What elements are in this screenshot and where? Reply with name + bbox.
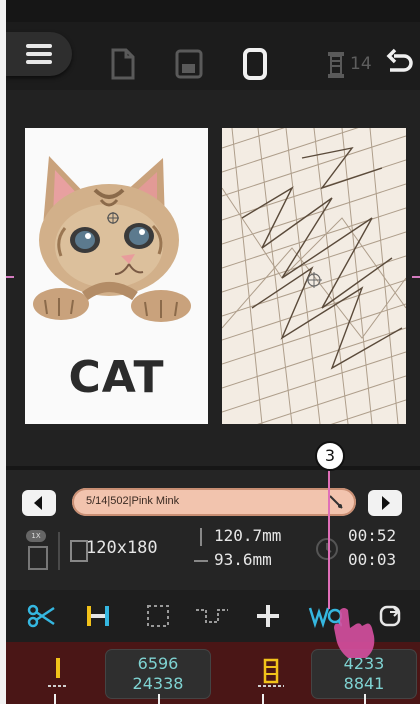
stitch-counter[interactable]: 6596 24338 <box>106 650 210 698</box>
thread-info-label: 5/14|502|Pink Mink <box>86 495 180 507</box>
design-stats: 1X 120x180 120.7mm 93.6mm 00:52 00:03 <box>24 526 408 576</box>
split-icon[interactable] <box>84 602 112 630</box>
info-panel: 5/14|502|Pink Mink 1X 120x180 120.7mm 93… <box>6 470 420 590</box>
needle-position-icon <box>48 658 68 687</box>
cat-embroidery-image <box>33 156 191 322</box>
chevron-left-icon <box>34 496 42 510</box>
new-file-icon[interactable] <box>109 46 137 82</box>
scissors-icon[interactable] <box>26 602 56 630</box>
preview-area: CAT <box>6 90 420 466</box>
stitch-pattern-image <box>222 128 406 424</box>
needle-count: 14 <box>350 54 372 74</box>
width-marker <box>200 528 202 546</box>
save-icon[interactable] <box>174 46 204 82</box>
time-remaining: 00:03 <box>348 550 397 569</box>
stitch-preview[interactable] <box>222 128 406 424</box>
thread-color-bar[interactable]: 5/14|502|Pink Mink <box>72 488 356 516</box>
needle-icon <box>329 495 343 509</box>
hoop-size: 120x180 <box>86 538 158 558</box>
exit-icon[interactable] <box>376 602 404 630</box>
select-icon[interactable] <box>144 602 172 630</box>
design-width: 120.7mm <box>214 526 282 545</box>
callout-line <box>328 469 330 609</box>
design-preview[interactable]: CAT <box>25 128 208 424</box>
pointing-hand-icon <box>334 608 375 658</box>
spool-icon <box>258 658 284 687</box>
frame-icon[interactable] <box>240 46 270 82</box>
undo-icon[interactable] <box>384 46 414 82</box>
time-total: 00:52 <box>348 526 397 545</box>
machine-icon: 1X <box>24 530 50 570</box>
prev-color-button[interactable] <box>22 490 56 516</box>
chevron-right-icon <box>382 496 390 510</box>
menu-icon <box>26 44 52 48</box>
move-icon[interactable] <box>254 602 282 630</box>
menu-button[interactable] <box>6 32 72 76</box>
connect-icon[interactable] <box>194 602 230 630</box>
design-text: CAT <box>68 352 165 403</box>
needle-thread-icon[interactable] <box>324 46 348 82</box>
next-color-button[interactable] <box>368 490 402 516</box>
height-marker <box>194 560 208 562</box>
design-height: 93.6mm <box>214 550 272 569</box>
device-screen: 14 CAT 5/14|502|Pink Mink 1X 120x180 120… <box>6 0 420 704</box>
callout-number: 3 <box>315 441 345 471</box>
top-toolbar: 14 <box>6 22 420 90</box>
clock-icon <box>316 538 338 560</box>
